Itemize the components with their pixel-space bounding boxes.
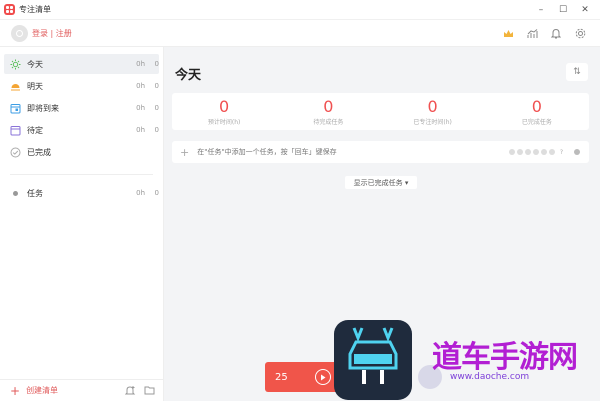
user-icon	[16, 29, 23, 37]
sidebar-item-time: 0h	[136, 60, 145, 68]
sun-icon	[10, 59, 21, 70]
tomato-icon[interactable]	[540, 149, 547, 155]
sidebar-item-label: 今天	[27, 59, 43, 69]
title-bar: 专注清单 – ☐ ✕	[0, 0, 600, 20]
priority-dot-icon[interactable]	[574, 149, 580, 155]
timer-value: 25	[275, 371, 288, 383]
calendar-empty-icon	[10, 125, 21, 136]
add-task-input[interactable]	[197, 148, 488, 156]
maximize-button[interactable]: ☐	[552, 0, 574, 20]
stat-value: 0	[219, 96, 230, 116]
app-title: 专注清单	[19, 5, 51, 14]
create-list-label: 创建清单	[26, 386, 59, 395]
sidebar-divider	[10, 174, 153, 175]
sidebar-item-upcoming[interactable]: 即将到来 0h 0	[4, 98, 159, 118]
sidebar-item-pending[interactable]: 待定 0h 0	[4, 120, 159, 140]
sidebar-item-label: 明天	[27, 81, 43, 91]
stat-completed-tasks: 0 已完成任务	[485, 93, 589, 130]
sidebar-item-label: 已完成	[27, 147, 51, 157]
stat-focused-time: 0 已专注时间(h)	[381, 93, 485, 130]
sidebar-item-today[interactable]: 今天 0h 0	[4, 54, 159, 74]
sort-button[interactable]: ⇅	[566, 63, 588, 81]
list-dot-icon	[10, 188, 21, 199]
show-completed-button[interactable]: 显示已完成任务 ▾	[345, 176, 417, 189]
tomato-help[interactable]: ?	[560, 149, 563, 156]
sidebar: 今天 0h 0 明天 0h 0 即将到来 0h 0 待定 0h 0 已完成 任务	[0, 47, 164, 401]
stat-label: 已完成任务	[521, 118, 552, 126]
tomato-icon[interactable]	[508, 149, 515, 155]
app-header: 登录 | 注册	[0, 20, 600, 47]
sidebar-item-count: 0	[154, 82, 159, 90]
sidebar-item-completed[interactable]: 已完成	[4, 142, 159, 162]
tomato-icon[interactable]	[548, 149, 555, 155]
sidebar-footer: + 创建清单	[0, 379, 163, 401]
sidebar-item-count: 0	[154, 104, 159, 112]
plus-icon[interactable]: +	[180, 147, 189, 158]
sidebar-item-count: 0	[154, 126, 159, 134]
add-task-bar: + ?	[172, 141, 589, 163]
stat-label: 待完成任务	[313, 118, 344, 126]
header-tools	[496, 20, 592, 47]
pomodoro-timer[interactable]: 25	[265, 362, 343, 392]
login-register-link[interactable]: 登录 | 注册	[32, 28, 72, 39]
crown-icon[interactable]	[496, 20, 520, 47]
sidebar-item-time: 0h	[136, 82, 145, 90]
check-circle-icon	[10, 147, 21, 158]
bell-icon[interactable]	[544, 20, 568, 47]
tomato-icon[interactable]	[532, 149, 539, 155]
stats-icon[interactable]	[520, 20, 544, 47]
stat-value: 0	[323, 96, 334, 116]
tomato-estimate[interactable]: ?	[508, 141, 563, 163]
tomato-icon[interactable]	[516, 149, 523, 155]
stat-value: 0	[427, 96, 438, 116]
stat-pending-tasks: 0 待完成任务	[276, 93, 380, 130]
sidebar-item-time: 0h	[136, 104, 145, 112]
watermark-text: 道车手游网	[432, 340, 578, 375]
avatar[interactable]	[11, 24, 28, 42]
stat-label: 预计时间(h)	[207, 118, 241, 126]
calendar-icon	[10, 103, 21, 114]
sort-icon: ⇅	[573, 67, 581, 77]
app-logo-icon	[4, 4, 15, 15]
plus-icon: +	[10, 383, 21, 398]
add-reminder-icon[interactable]	[124, 385, 136, 398]
folder-icon[interactable]	[144, 385, 155, 397]
sidebar-item-label: 任务	[27, 188, 43, 198]
sidebar-footer-tools	[124, 380, 155, 401]
watermark-subtext: www.daoche.com	[450, 372, 530, 382]
sidebar-item-label: 待定	[27, 125, 43, 135]
play-icon[interactable]	[315, 369, 331, 385]
sidebar-item-count: 0	[154, 60, 159, 68]
window-controls: – ☐ ✕	[530, 0, 596, 20]
stat-value: 0	[531, 96, 542, 116]
sidebar-list-tasks[interactable]: 任务 0h 0	[4, 183, 159, 203]
sunrise-icon	[10, 81, 21, 92]
sidebar-item-time: 0h	[136, 126, 145, 134]
stat-estimated-time: 0 预计时间(h)	[172, 93, 276, 130]
close-button[interactable]: ✕	[574, 0, 596, 20]
gear-icon[interactable]	[568, 20, 592, 47]
watermark-logo-icon	[334, 320, 412, 400]
stats-panel: 0 预计时间(h) 0 待完成任务 0 已专注时间(h) 0 已完成任务	[172, 93, 589, 130]
create-list-button[interactable]: + 创建清单	[10, 385, 58, 397]
page-title: 今天	[175, 68, 202, 83]
sidebar-item-label: 即将到来	[27, 103, 59, 113]
stat-label: 已专注时间(h)	[413, 118, 452, 126]
tomato-icon[interactable]	[524, 149, 531, 155]
sidebar-item-time: 0h	[136, 189, 145, 197]
minimize-button[interactable]: –	[530, 0, 552, 20]
sidebar-item-count: 0	[154, 189, 159, 197]
sidebar-item-tomorrow[interactable]: 明天 0h 0	[4, 76, 159, 96]
